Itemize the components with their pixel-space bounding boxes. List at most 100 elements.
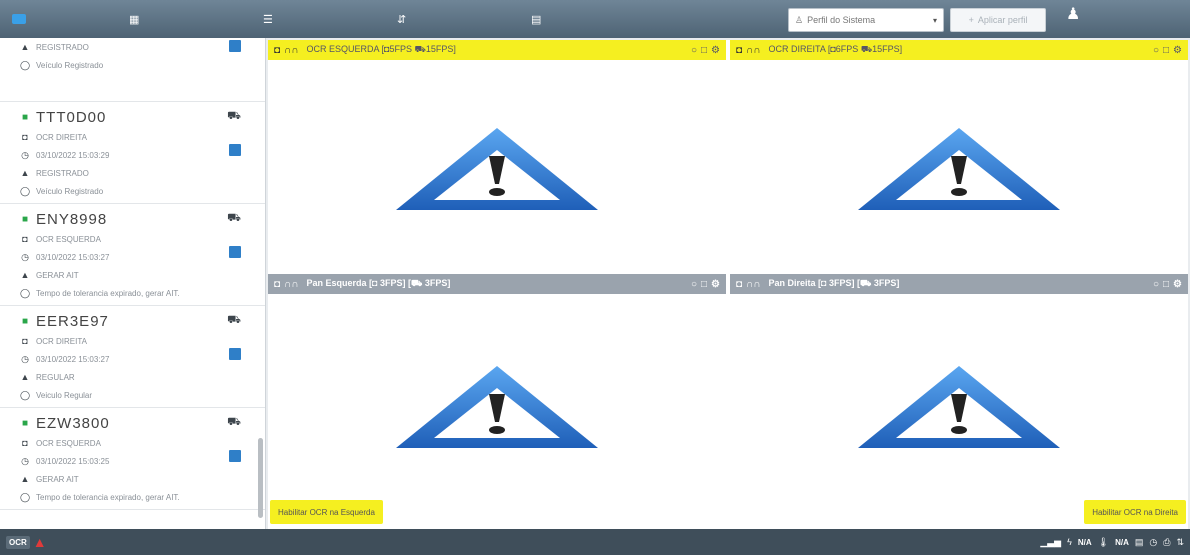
clock-icon: ◷	[21, 353, 29, 364]
settings-icon[interactable]: ⚙	[1173, 45, 1182, 56]
detection-card[interactable]: ■ TTT0D00 ◘ OCR DIREITA ◷ 03/10/2022 15:03…	[0, 102, 265, 204]
chat-icon: ◯	[20, 389, 31, 400]
warning-icon: ▲	[20, 474, 30, 484]
car-icon: ⛟	[227, 212, 241, 224]
warning-icon	[396, 127, 598, 210]
plate-row: ■ ENY8998	[20, 208, 253, 230]
main-nav: ▦ ☰ ⇵ ▤	[125, 11, 647, 28]
warning-icon	[858, 365, 1060, 448]
nav-item-4[interactable]: ▤	[527, 11, 647, 28]
grid-icon: ▦	[129, 13, 140, 26]
camera-panel-ocr-left: ◘ ∩∩ OCR ESQUERDA [◘5FPS ⛟15FPS] ○ □ ⚙	[268, 40, 726, 270]
window-icon[interactable]: □	[1163, 279, 1169, 290]
camera-grid: ◘ ∩∩ OCR ESQUERDA [◘5FPS ⛟15FPS] ○ □ ⚙ ◘ ∩∩ …	[268, 40, 1188, 529]
message-text: Veiculo Regular	[36, 390, 93, 400]
camera-panel-pan-right: ◘ ∩∩ Pan Direita [◘ 3FPS] [⛟ 3FPS] ○ □ ⚙ Ha…	[730, 274, 1188, 529]
panel-controls: ◘ ∩∩	[736, 45, 761, 56]
panel-actions: ○ □ ⚙	[1153, 45, 1182, 56]
clock-icon: ◷	[21, 455, 29, 466]
camera-icon[interactable]: ◘	[736, 45, 742, 56]
ocr-status-label: OCR	[6, 535, 30, 549]
window-icon[interactable]: □	[701, 45, 707, 56]
camera-icon[interactable]: ◘	[736, 279, 742, 290]
book-icon[interactable]	[229, 450, 241, 462]
camera-icon: ◘	[22, 336, 28, 346]
plate-icon: ■	[21, 417, 29, 429]
record-icon[interactable]: ○	[1153, 279, 1159, 290]
binoculars-icon[interactable]: ∩∩	[284, 279, 298, 290]
plate-icon: ■	[21, 213, 29, 225]
message-text: Veículo Registrado	[36, 60, 104, 70]
binoculars-icon[interactable]: ∩∩	[746, 279, 760, 290]
book-icon[interactable]	[229, 246, 241, 258]
detection-card[interactable]: ■ ENY8998 ◘ OCR ESQUERDA ◷ 03/10/2022 15:0…	[0, 204, 265, 306]
binoculars-icon[interactable]: ∩∩	[284, 45, 298, 56]
record-icon[interactable]: ○	[1153, 45, 1159, 56]
profile-select-placeholder: Perfil do Sistema	[807, 15, 876, 25]
settings-icon[interactable]: ⚙	[711, 45, 720, 56]
record-icon[interactable]: ○	[691, 279, 697, 290]
detection-card[interactable]: ■ EZW3800 ◘ OCR ESQUERDA ◷ 03/10/2022 15:0…	[0, 408, 265, 510]
camera-text: OCR DIREITA	[36, 336, 87, 346]
panel-header: ◘ ∩∩ Pan Esquerda [◘ 3FPS] [⛟ 3FPS] ○ □ ⚙	[268, 274, 726, 294]
warning-icon	[396, 365, 598, 448]
time-row: ◷ 03/10/2022 15:03:29	[20, 146, 253, 164]
user-menu[interactable]: ♟	[1066, 4, 1085, 24]
car-icon: ⛟	[860, 278, 872, 288]
apply-profile-label: Aplicar perfil	[977, 15, 1028, 25]
app-window: ▦ ☰ ⇵ ▤ ♙ Perfil do Sistema ▾ + Aplicar …	[0, 0, 1190, 555]
panel-header: ◘ ∩∩ OCR ESQUERDA [◘5FPS ⛟15FPS] ○ □ ⚙	[268, 40, 726, 60]
status-icons: ▁▃▅ ϟ N/A 🌡 N/A ▤ ◷ ⎙ ⇅	[1040, 537, 1184, 548]
settings-icon[interactable]: ⚙	[1173, 279, 1182, 290]
camera-icon: ◘	[821, 278, 827, 288]
status-na-1: N/A	[1077, 537, 1092, 547]
camera-icon[interactable]: ◘	[274, 45, 280, 56]
brand-icon	[12, 14, 26, 24]
detection-card[interactable]: ■ EER3E97 ◘ OCR DIREITA ◷ 03/10/2022 15:03…	[0, 306, 265, 408]
window-icon[interactable]: □	[701, 279, 707, 290]
plate-icon: ■	[21, 315, 29, 327]
nav-item-2[interactable]: ☰	[259, 11, 379, 28]
time-row: ◷ 03/10/2022 15:03:27	[20, 350, 253, 368]
print-icon[interactable]: ⎙	[1163, 537, 1170, 548]
binoculars-icon[interactable]: ∩∩	[746, 45, 760, 56]
camera-panel-pan-left: ◘ ∩∩ Pan Esquerda [◘ 3FPS] [⛟ 3FPS] ○ □ ⚙ H…	[268, 274, 726, 529]
status-row: ▲ GERAR AIT	[20, 266, 253, 284]
book-icon[interactable]	[229, 348, 241, 360]
sidebar-scrollbar[interactable]	[258, 438, 263, 518]
camera-row: ◘ OCR ESQUERDA	[20, 434, 253, 452]
panel-actions: ○ □ ⚙	[691, 279, 720, 290]
time-text: 03/10/2022 15:03:27	[36, 252, 110, 262]
car-icon: ⛟	[227, 110, 241, 122]
plate-icon: ■	[21, 111, 29, 123]
camera-row: ◘ OCR DIREITA	[20, 332, 253, 350]
profile-select[interactable]: ♙ Perfil do Sistema ▾	[788, 8, 944, 32]
enable-ocr-right-button[interactable]: Habilitar OCR na Direita	[1084, 500, 1186, 524]
apply-profile-button[interactable]: + Aplicar perfil	[950, 8, 1046, 32]
nav-item-3[interactable]: ⇵	[393, 11, 513, 28]
clock-icon: ◷	[1149, 536, 1158, 547]
message-row: ◯ Veículo Registrado	[20, 182, 253, 200]
top-navigation-bar: ▦ ☰ ⇵ ▤ ♙ Perfil do Sistema ▾ + Aplicar …	[0, 0, 1190, 38]
status-text: REGISTRADO	[36, 42, 89, 52]
panel-title: OCR DIREITA [◘6FPS ⛟15FPS]	[768, 44, 903, 54]
camera-icon[interactable]: ◘	[274, 279, 280, 290]
nav-item-1[interactable]: ▦	[125, 11, 245, 28]
status-na-2: N/A	[1115, 537, 1129, 547]
status-text: GERAR AIT	[36, 474, 79, 484]
record-icon[interactable]: ○	[691, 45, 697, 56]
clock-icon: ◷	[21, 149, 29, 160]
enable-ocr-left-button[interactable]: Habilitar OCR na Esquerda	[270, 500, 383, 524]
camera-panel-ocr-right: ◘ ∩∩ OCR DIREITA [◘6FPS ⛟15FPS] ○ □ ⚙	[730, 40, 1188, 270]
status-text: GERAR AIT	[36, 270, 79, 280]
settings-icon[interactable]: ⚙	[711, 279, 720, 290]
book-icon[interactable]	[229, 40, 241, 52]
warning-icon: ▲	[20, 42, 30, 52]
book-icon[interactable]	[229, 144, 241, 156]
chevron-down-icon: ▾	[932, 15, 937, 25]
panel-title: Pan Esquerda [◘ 3FPS] [⛟ 3FPS]	[306, 278, 451, 288]
detection-card[interactable]: ▲ REGISTRADO ◯ Veículo Registrado	[0, 38, 265, 102]
window-icon[interactable]: □	[1163, 45, 1169, 56]
plate-text: EER3E97	[36, 312, 109, 330]
alert-icon[interactable]: ▲	[33, 534, 47, 550]
